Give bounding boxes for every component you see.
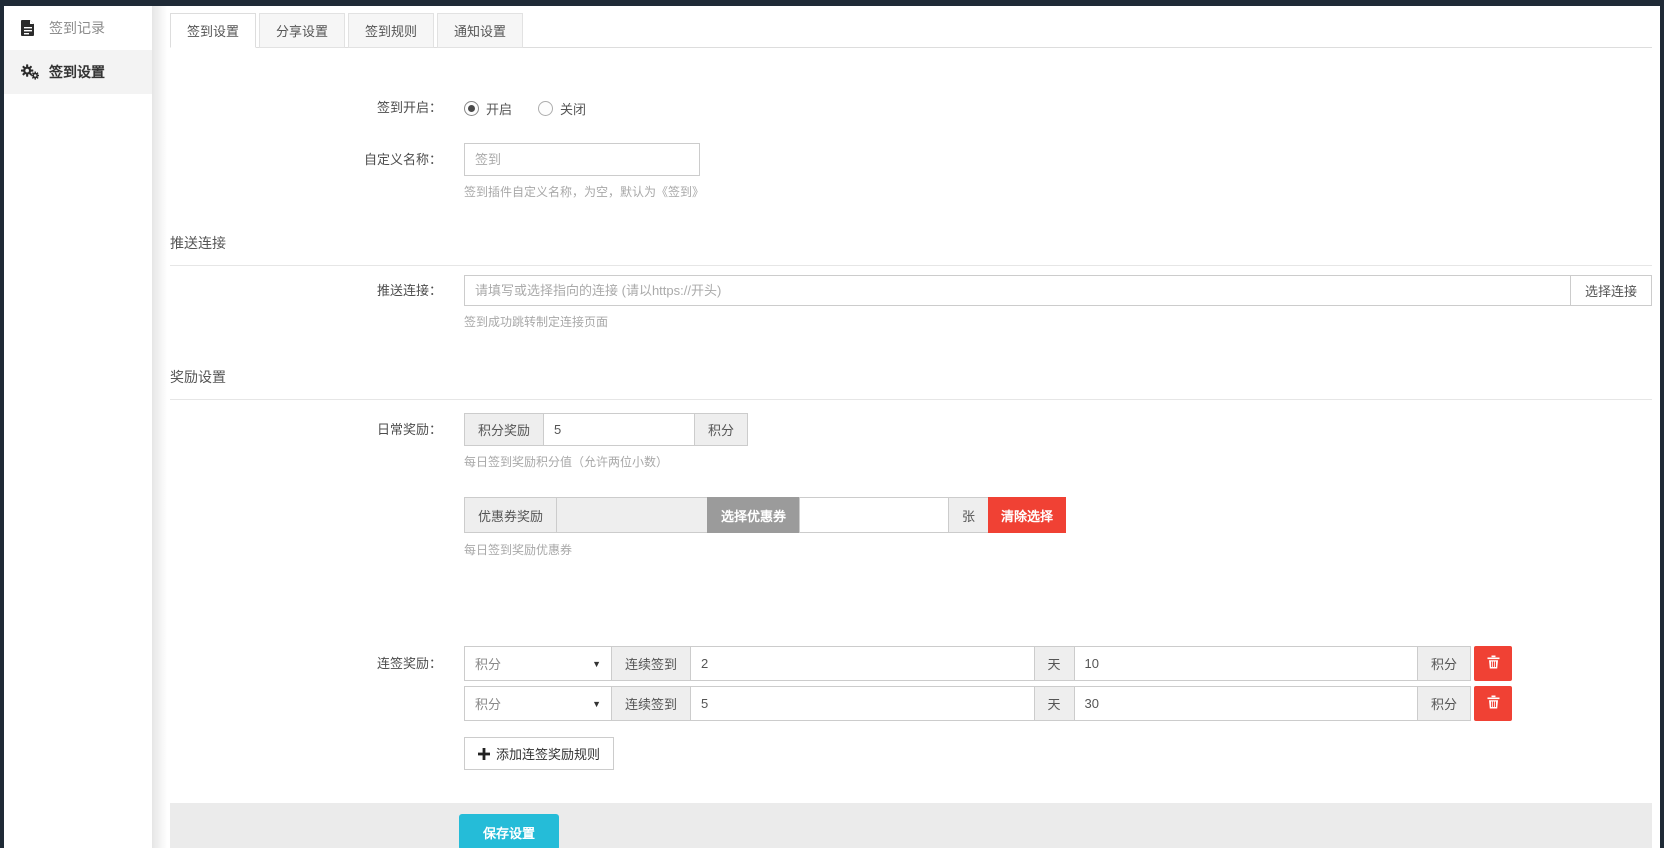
push-link-group: 选择连接 [464,275,1652,306]
reward-type-select[interactable]: 积分 ▼ [464,686,612,721]
radio-off-icon[interactable] [538,101,553,116]
streak-days-unit: 天 [1034,646,1075,681]
checkin-enable-label: 签到开启： [170,100,442,116]
delete-rule-button[interactable] [1474,646,1512,681]
daily-reward-prefix: 积分奖励 [464,413,544,446]
app-window: 签到记录 [0,0,1664,848]
plus-icon [478,748,493,760]
streak-rule-row: 积分 ▼ 连续签到 天 积分 [464,646,1512,681]
daily-reward-group: 积分奖励 积分 [464,413,748,446]
coupon-reward-help: 每日签到奖励优惠券 [464,541,1652,558]
daily-reward-label: 日常奖励： [170,413,442,446]
streak-days-input[interactable] [690,646,1034,681]
streak-days-unit: 天 [1034,686,1075,721]
checkin-enable-options: 开启 关闭 [464,99,612,118]
coupon-count-unit: 张 [948,497,989,533]
sidebar: 签到记录 [4,6,152,848]
streak-prefix: 连续签到 [611,646,691,681]
choose-link-button[interactable]: 选择连接 [1570,275,1652,306]
daily-reward-input[interactable] [543,413,695,446]
radio-option-on[interactable]: 开启 [464,99,512,118]
coupon-reward-group: 优惠券奖励 选择优惠券 张 清除选择 [464,497,1652,533]
streak-amount-unit: 积分 [1417,686,1471,721]
row-streak-reward: 连签奖励： 积分 ▼ 连续签到 天 积分 [170,646,1652,770]
row-custom-name: 自定义名称： 签到插件自定义名称，为空，默认为《签到》 [170,143,1652,200]
radio-option-off[interactable]: 关闭 [538,99,586,118]
push-link-help: 签到成功跳转制定连接页面 [464,313,1652,330]
radio-off-label: 关闭 [560,99,586,118]
coupon-count-input[interactable] [799,497,949,533]
file-text-icon [21,20,39,36]
add-rule-label: 添加连签奖励规则 [496,744,600,763]
reward-type-value: 积分 [475,694,501,713]
tab-checkin-rules[interactable]: 签到规则 [348,13,434,48]
tab-share-settings[interactable]: 分享设置 [259,13,345,48]
delete-rule-button[interactable] [1474,686,1512,721]
select-coupon-button[interactable]: 选择优惠券 [707,497,800,533]
row-daily-reward: 日常奖励： 积分奖励 积分 每日签到奖励积分值（允许两位小数） [170,413,1652,470]
reward-type-value: 积分 [475,654,501,673]
add-rule-button[interactable]: 添加连签奖励规则 [464,737,614,770]
streak-reward-label: 连签奖励： [170,646,442,681]
sidebar-item-label: 签到记录 [49,18,105,38]
sidebar-item-checkin-settings[interactable]: 签到设置 [4,50,152,94]
trash-icon [1487,695,1500,712]
streak-amount-input[interactable] [1074,646,1418,681]
row-coupon-reward: 优惠券奖励 选择优惠券 张 清除选择 每日签到奖励优惠券 [170,497,1652,558]
tab-bar: 签到设置 分享设置 签到规则 通知设置 [170,13,1652,48]
custom-name-input[interactable] [464,143,700,176]
tab-checkin-settings[interactable]: 签到设置 [170,13,256,48]
streak-rule-row: 积分 ▼ 连续签到 天 积分 [464,686,1512,721]
main-panel: 签到设置 分享设置 签到规则 通知设置 签到开启： 开启 关闭 [152,6,1660,848]
custom-name-label: 自定义名称： [170,143,442,176]
push-link-label: 推送连接： [170,275,442,306]
sidebar-item-label: 签到设置 [49,62,105,82]
row-checkin-enable: 签到开启： 开启 关闭 [170,100,1652,116]
radio-on-label: 开启 [486,99,512,118]
gears-icon [21,64,39,80]
streak-amount-input[interactable] [1074,686,1418,721]
daily-reward-help: 每日签到奖励积分值（允许两位小数） [464,453,748,470]
chevron-down-icon: ▼ [592,659,601,669]
save-settings-button[interactable]: 保存设置 [459,814,559,848]
push-link-input[interactable] [464,275,1571,306]
trash-icon [1487,655,1500,672]
row-push-link: 推送连接： 选择连接 签到成功跳转制定连接页面 [170,275,1652,330]
clear-coupon-button[interactable]: 清除选择 [988,497,1066,533]
streak-amount-unit: 积分 [1417,646,1471,681]
coupon-name-input [556,497,708,533]
reward-type-select[interactable]: 积分 ▼ [464,646,612,681]
form-footer: 保存设置 [170,803,1652,848]
reward-section-title: 奖励设置 [170,367,1652,400]
coupon-reward-prefix: 优惠券奖励 [464,497,557,533]
custom-name-help: 签到插件自定义名称，为空，默认为《签到》 [464,183,704,200]
chevron-down-icon: ▼ [592,699,601,709]
tab-notification-settings[interactable]: 通知设置 [437,13,523,48]
push-section-title: 推送连接 [170,233,1652,266]
daily-reward-suffix: 积分 [694,413,748,446]
sidebar-item-checkin-records[interactable]: 签到记录 [4,6,152,50]
streak-prefix: 连续签到 [611,686,691,721]
radio-on-icon[interactable] [464,101,479,116]
streak-days-input[interactable] [690,686,1034,721]
